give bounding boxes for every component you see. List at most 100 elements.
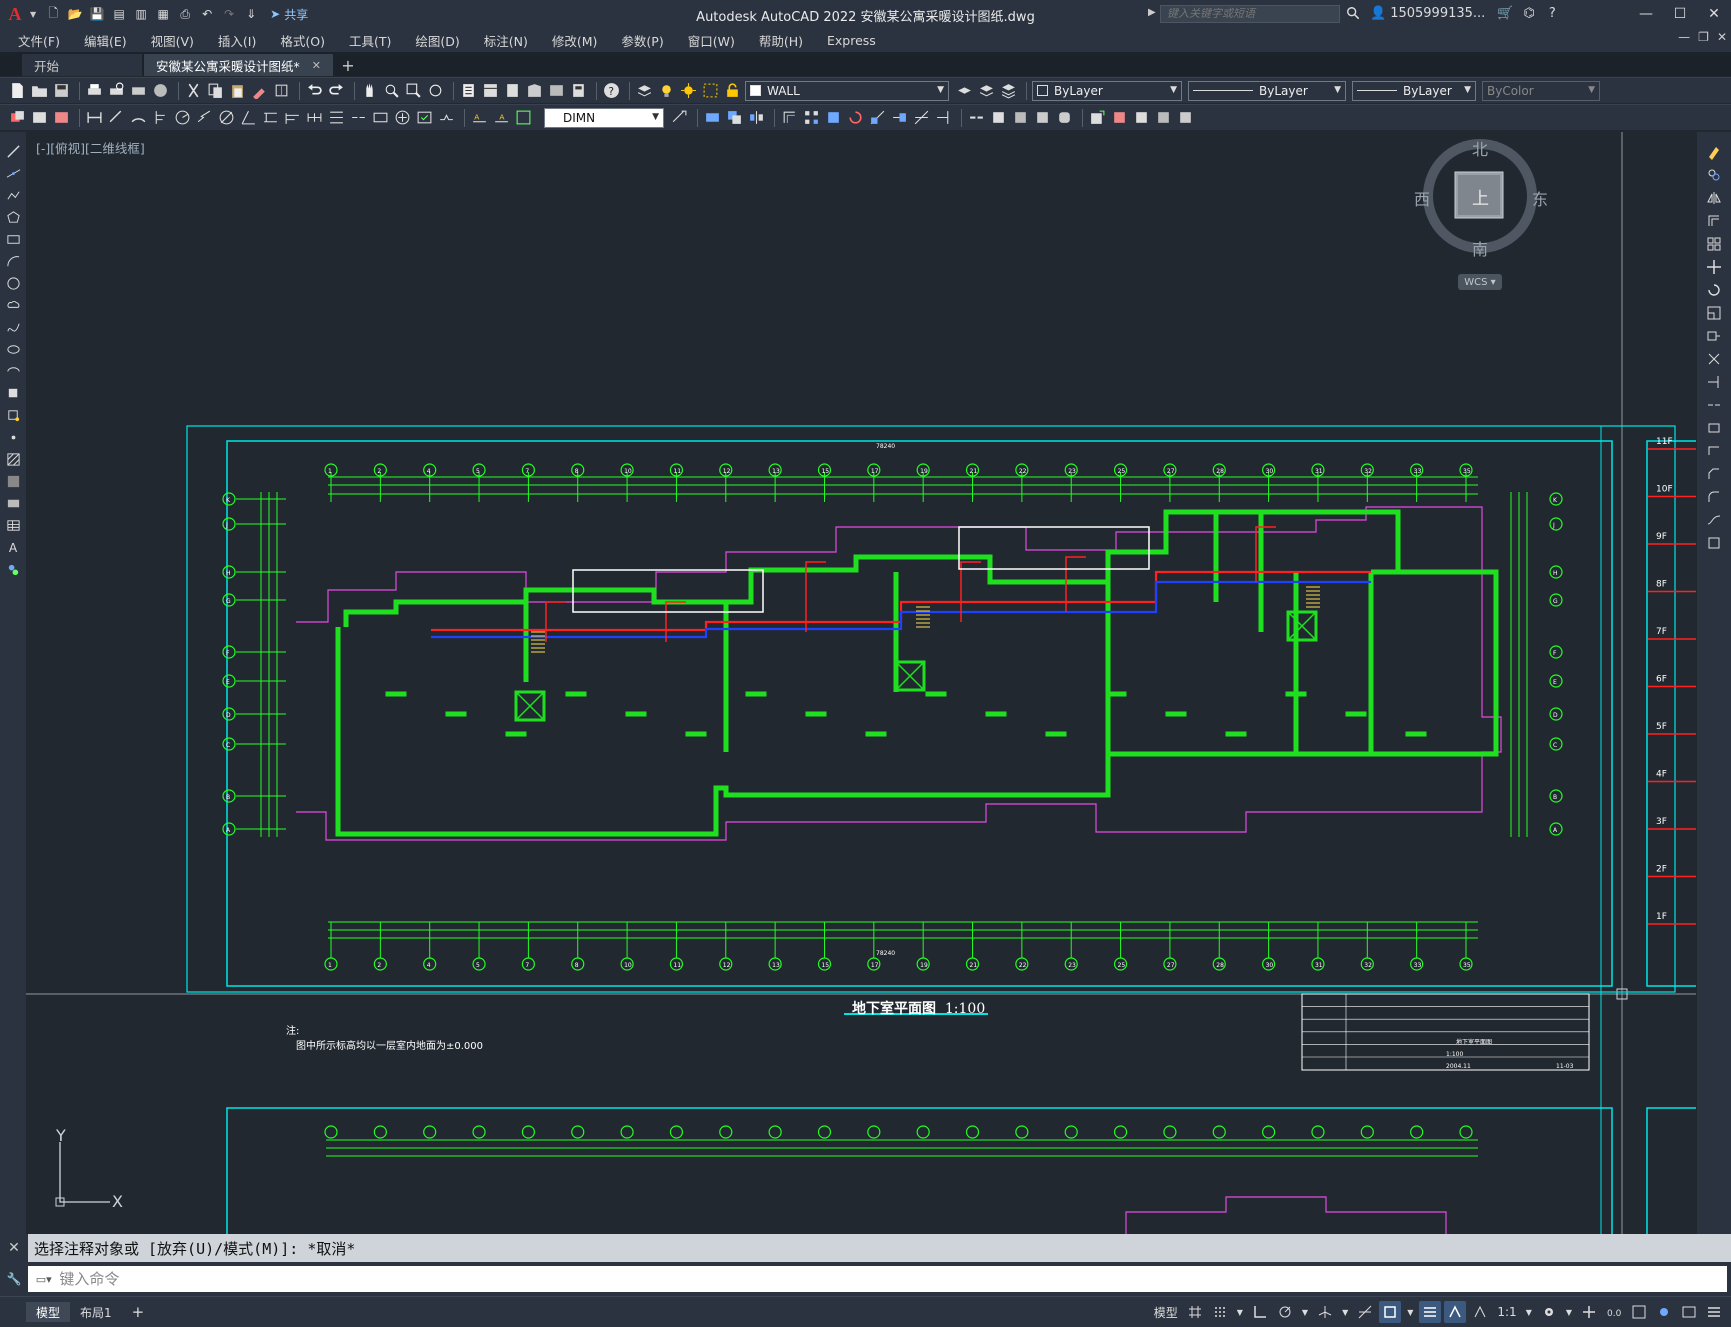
isometric-drafting-icon[interactable] xyxy=(1314,1301,1336,1323)
calculator-icon[interactable] xyxy=(569,81,588,100)
dropdown-chevron-icon[interactable]: ▼ xyxy=(1299,1301,1311,1323)
redo-icon[interactable]: ↷ xyxy=(220,5,238,23)
copy-object-icon[interactable] xyxy=(725,108,744,127)
viewcube-south-label[interactable]: 南 xyxy=(1472,236,1488,260)
layer-dropdown[interactable]: WALL ▼ xyxy=(745,80,949,101)
jogged-dimension-icon[interactable] xyxy=(195,108,214,127)
model-space-button[interactable]: 模型 xyxy=(1151,1301,1181,1323)
layer-thaw-icon[interactable] xyxy=(679,81,698,100)
radius-dimension-icon[interactable] xyxy=(173,108,192,127)
menu-file[interactable]: 文件(F) xyxy=(18,31,60,50)
viewcube-north-label[interactable]: 北 xyxy=(1472,136,1488,160)
baseline-dimension-icon[interactable] xyxy=(283,108,302,127)
dimension-space-icon[interactable] xyxy=(327,108,346,127)
close-tab-icon[interactable]: ✕ xyxy=(312,59,321,72)
dimension-edit-icon[interactable]: A xyxy=(470,108,489,127)
viewcube-top-face[interactable]: 上 xyxy=(1472,184,1489,209)
customization-menu-icon[interactable] xyxy=(1703,1301,1725,1323)
dimension-text-edit-icon[interactable]: A xyxy=(492,108,511,127)
rotate-icon[interactable] xyxy=(846,108,865,127)
polygon-icon[interactable] xyxy=(4,208,22,227)
arc-icon[interactable] xyxy=(4,252,22,271)
dropdown-chevron-icon[interactable]: ▼ xyxy=(1234,1301,1246,1323)
dimension-style-icon[interactable] xyxy=(670,108,689,127)
dimstyle-dropdown[interactable]: DIMN ▼ xyxy=(544,107,664,128)
menu-window[interactable]: 窗口(W) xyxy=(688,31,735,50)
break-icon[interactable] xyxy=(1704,418,1724,437)
menu-insert[interactable]: 插入(I) xyxy=(218,31,256,50)
layer-on-icon[interactable] xyxy=(657,81,676,100)
design-center-icon[interactable] xyxy=(481,81,500,100)
stretch-icon[interactable] xyxy=(1704,326,1724,345)
array-icon[interactable] xyxy=(802,108,821,127)
explode-icon[interactable] xyxy=(1110,108,1129,127)
menu-help[interactable]: 帮助(H) xyxy=(759,31,803,50)
make-current-layer-icon[interactable] xyxy=(955,81,974,100)
fillet-icon[interactable] xyxy=(1055,108,1074,127)
scale-icon[interactable] xyxy=(868,108,887,127)
units-icon[interactable]: 0.0 xyxy=(1603,1301,1625,1323)
continue-dimension-icon[interactable] xyxy=(305,108,324,127)
annotation-monitor-icon[interactable] xyxy=(1578,1301,1600,1323)
open-icon[interactable] xyxy=(30,81,49,100)
tolerance-icon[interactable] xyxy=(371,108,390,127)
erase-icon[interactable] xyxy=(703,108,722,127)
tool-palettes-icon[interactable] xyxy=(503,81,522,100)
tab-layout1[interactable]: 布局1 xyxy=(70,1302,122,1322)
customize-icon[interactable]: ⇓ xyxy=(242,5,260,23)
properties-icon[interactable] xyxy=(459,81,478,100)
spline-icon[interactable] xyxy=(4,318,22,337)
quick-properties-icon[interactable] xyxy=(1628,1301,1650,1323)
multiline-text-icon[interactable]: A xyxy=(4,538,22,557)
lineweight-dropdown[interactable]: ByLayer ▼ xyxy=(1352,80,1476,101)
polar-tracking-icon[interactable] xyxy=(1274,1301,1296,1323)
dropdown-chevron-icon[interactable]: ▼ xyxy=(1404,1301,1416,1323)
open-icon[interactable]: 📂 xyxy=(66,5,84,23)
help-icon[interactable]: ? xyxy=(1549,6,1556,21)
autodesk-app-icon[interactable]: ⌬ xyxy=(1523,6,1534,21)
tab-model[interactable]: 模型 xyxy=(26,1302,71,1322)
doc-restore-icon[interactable]: ❐ xyxy=(1698,30,1709,44)
trim-icon[interactable] xyxy=(1704,349,1724,368)
draw-order-icon[interactable] xyxy=(8,108,27,127)
break-at-point-icon[interactable] xyxy=(1704,395,1724,414)
ortho-icon[interactable] xyxy=(1249,1301,1271,1323)
autocad-logo-icon[interactable]: A xyxy=(0,0,30,28)
user-account[interactable]: 👤 1505999135... 🛒 ⌬ ? xyxy=(1370,6,1556,21)
paste-icon[interactable] xyxy=(228,81,247,100)
edit-spline-icon[interactable] xyxy=(1154,108,1173,127)
snap-icon[interactable] xyxy=(1209,1301,1231,1323)
zoom-window-icon[interactable] xyxy=(404,81,423,100)
tab-drawing[interactable]: 安徽某公寓采暖设计图纸* ✕ xyxy=(144,54,333,76)
break-icon[interactable] xyxy=(989,108,1008,127)
menu-view[interactable]: 视图(V) xyxy=(151,31,194,50)
text-front-icon[interactable] xyxy=(30,108,49,127)
save-icon[interactable]: 💾 xyxy=(88,5,106,23)
maximize-icon[interactable]: ☐ xyxy=(1663,0,1697,28)
edit-hatch-icon[interactable] xyxy=(1176,108,1195,127)
mirror-icon[interactable] xyxy=(747,108,766,127)
save-web-icon[interactable]: ▦ xyxy=(154,5,172,23)
table-icon[interactable] xyxy=(4,516,22,535)
new-tab-button[interactable]: + xyxy=(335,54,361,76)
dimension-break-icon[interactable] xyxy=(349,108,368,127)
open-web-icon[interactable]: ▥ xyxy=(132,5,150,23)
edit-polyline-icon[interactable] xyxy=(1132,108,1151,127)
diameter-dimension-icon[interactable] xyxy=(217,108,236,127)
ellipse-arc-icon[interactable] xyxy=(4,362,22,381)
plot-icon[interactable] xyxy=(85,81,104,100)
plot-icon[interactable]: ⎙ xyxy=(176,5,194,23)
save-as-icon[interactable]: ▤ xyxy=(110,5,128,23)
gradient-icon[interactable] xyxy=(4,472,22,491)
offset-icon[interactable] xyxy=(1704,211,1724,230)
inspect-icon[interactable] xyxy=(415,108,434,127)
search-input[interactable] xyxy=(1160,5,1340,23)
copy-object-icon[interactable] xyxy=(1704,165,1724,184)
selection-cycling-icon[interactable] xyxy=(1444,1301,1467,1323)
hatch-icon[interactable] xyxy=(4,450,22,469)
linear-dimension-icon[interactable] xyxy=(85,108,104,127)
linetype-dropdown[interactable]: ByLayer ▼ xyxy=(1188,80,1346,101)
chamfer-icon[interactable] xyxy=(1033,108,1052,127)
extend-icon[interactable] xyxy=(1704,372,1724,391)
grid-icon[interactable] xyxy=(1184,1301,1206,1323)
